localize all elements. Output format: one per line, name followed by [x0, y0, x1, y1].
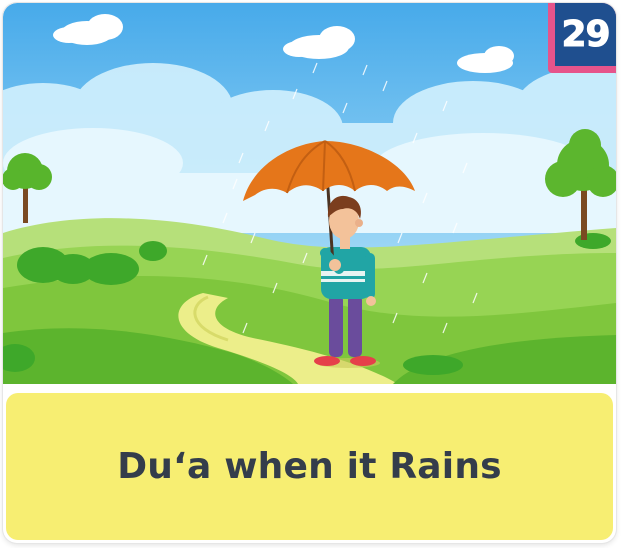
dua-card[interactable]: 29 Du‘a when it Rains: [3, 3, 616, 543]
card-number: 29: [561, 14, 611, 56]
rain-scene-image: [3, 3, 616, 384]
card-title: Du‘a when it Rains: [117, 446, 502, 487]
number-badge-inner: 29: [555, 3, 616, 66]
number-badge: 29: [548, 3, 616, 73]
title-banner: Du‘a when it Rains: [6, 393, 613, 540]
rain-illustration: [3, 3, 616, 384]
